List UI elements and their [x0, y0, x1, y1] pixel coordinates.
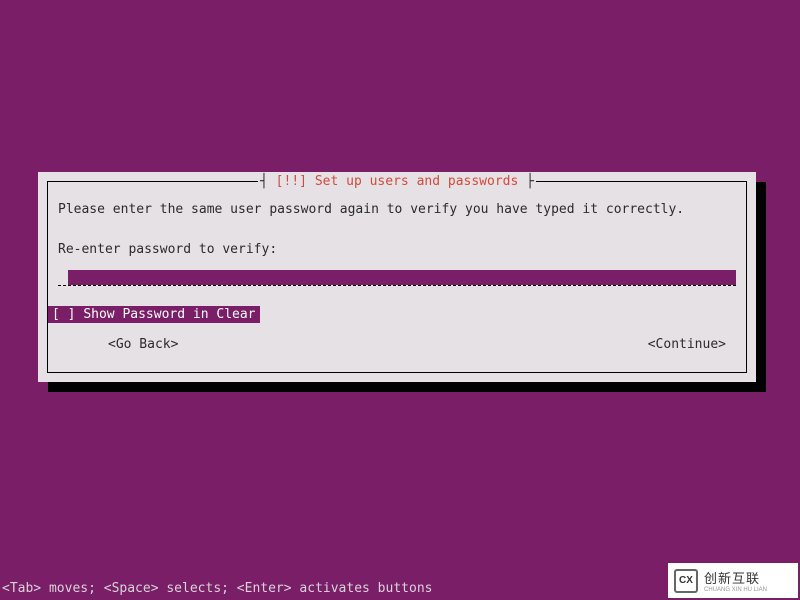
installer-dialog: ┤ [!!] Set up users and passwords ├ Plea…	[38, 172, 756, 382]
title-bracket-close: ├	[518, 174, 534, 189]
watermark: CX 创新互联 CHUANG XIN HU LIAN	[668, 563, 798, 598]
dialog-frame: ┤ [!!] Set up users and passwords ├ Plea…	[47, 181, 747, 373]
password-input[interactable]	[58, 270, 736, 288]
nav-row: <Go Back> <Continue>	[58, 337, 736, 352]
title-text: Set up users and passwords	[307, 174, 518, 189]
dialog-title: ┤ [!!] Set up users and passwords ├	[258, 174, 536, 189]
password-prompt-label: Re-enter password to verify:	[58, 242, 277, 257]
watermark-logo-icon: CX	[674, 569, 698, 593]
checkbox-state: [ ]	[52, 307, 75, 322]
watermark-sub: CHUANG XIN HU LIAN	[704, 587, 767, 593]
footer-help-text: <Tab> moves; <Space> selects; <Enter> ac…	[2, 581, 432, 596]
input-fill	[68, 270, 736, 285]
watermark-brand: 创新互联	[704, 568, 767, 587]
watermark-text-block: 创新互联 CHUANG XIN HU LIAN	[704, 568, 767, 593]
dialog-body-text: Please enter the same user password agai…	[58, 200, 736, 220]
title-marker: [!!]	[276, 174, 307, 189]
checkbox-label: Show Password in Clear	[83, 307, 255, 322]
go-back-button[interactable]: <Go Back>	[108, 337, 178, 352]
title-bracket-open: ┤	[260, 174, 276, 189]
show-password-checkbox[interactable]: [ ] Show Password in Clear	[48, 306, 260, 323]
continue-button[interactable]: <Continue>	[648, 337, 726, 352]
input-underline	[58, 285, 736, 286]
